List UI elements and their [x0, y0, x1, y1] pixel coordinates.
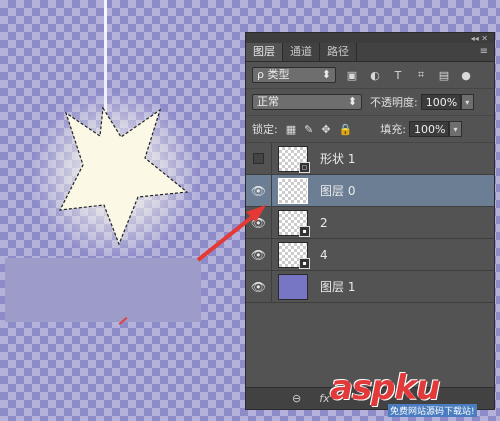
- layer-row-2[interactable]: 👁 ▪ 2: [246, 207, 494, 239]
- eye-icon: 👁: [250, 183, 267, 198]
- layer-row-layer0[interactable]: 👁 图层 0: [246, 175, 494, 207]
- blend-mode-select[interactable]: 正常 ⬍: [252, 94, 362, 110]
- layers-list: ▢ 形状 1 👁 图层 0 👁 ▪ 2 👁 ▪ 4 👁 图层 1: [246, 143, 494, 303]
- tab-paths[interactable]: 路径: [320, 43, 357, 61]
- visibility-toggle[interactable]: 👁: [246, 239, 272, 270]
- image-filter-icon[interactable]: ▣: [345, 68, 359, 82]
- link-icon[interactable]: ⊖: [292, 392, 301, 405]
- lock-image-icon[interactable]: ✎: [304, 123, 313, 136]
- fill-label: 填充:: [380, 123, 406, 136]
- lock-position-icon[interactable]: ✥: [321, 123, 330, 136]
- layer-row-layer1[interactable]: 👁 图层 1: [246, 271, 494, 303]
- panel-tabs: 图层 通道 路径 ≡: [246, 43, 494, 62]
- layer-thumbnail: ▪: [278, 209, 310, 237]
- layers-panel: ◂◂ ✕ 图层 通道 路径 ≡ ρ 类型 ⬍ ▣ ◐ T ⌗ ▤ ● 正常 ⬍ 不透…: [245, 32, 495, 410]
- layer-row-shape1[interactable]: ▢ 形状 1: [246, 143, 494, 175]
- tab-channels[interactable]: 通道: [283, 43, 320, 61]
- filter-type-select[interactable]: ρ 类型 ⬍: [252, 67, 336, 83]
- panel-title-bar[interactable]: ◂◂ ✕: [246, 33, 494, 43]
- visibility-toggle[interactable]: 👁: [246, 271, 272, 302]
- layer-name[interactable]: 图层 1: [320, 278, 355, 295]
- lock-row: 锁定: ▦ ✎ ✥ 🔒 填充: 100% ▾: [246, 116, 494, 143]
- shape-badge-icon: ▢: [299, 161, 310, 173]
- layer-name[interactable]: 图层 0: [320, 182, 355, 199]
- eye-icon: 👁: [250, 215, 267, 230]
- tab-layers[interactable]: 图层: [246, 43, 283, 61]
- fill-dropdown-icon[interactable]: ▾: [448, 121, 462, 137]
- layer-thumbnail: ▪: [278, 241, 310, 269]
- chevron-down-icon: ⬍: [321, 68, 331, 81]
- visibility-toggle[interactable]: 👁: [246, 175, 272, 206]
- chevron-down-icon: ⬍: [347, 95, 357, 108]
- lock-all-icon[interactable]: 🔒: [339, 123, 353, 136]
- filter-toggle-icon[interactable]: ●: [459, 68, 473, 82]
- filter-type-label: ρ 类型: [257, 68, 290, 81]
- filter-row: ρ 类型 ⬍ ▣ ◐ T ⌗ ▤ ●: [246, 62, 494, 89]
- layer-name[interactable]: 2: [320, 216, 328, 230]
- blend-mode-value: 正常: [257, 95, 279, 108]
- star-selection: [58, 106, 189, 246]
- layer-thumbnail: ▢: [278, 145, 310, 173]
- fill-input[interactable]: 100%: [408, 121, 449, 137]
- lock-label: 锁定:: [252, 123, 278, 136]
- blend-row: 正常 ⬍ 不透明度: 100% ▾: [246, 89, 494, 116]
- adjustment-filter-icon[interactable]: ◐: [368, 68, 382, 82]
- smart-object-badge-icon: ▪: [299, 225, 310, 237]
- layer-name[interactable]: 4: [320, 248, 328, 262]
- opacity-input[interactable]: 100%: [420, 94, 461, 110]
- opacity-label: 不透明度:: [370, 96, 418, 109]
- layer-row-4[interactable]: 👁 ▪ 4: [246, 239, 494, 271]
- watermark-brand: aspku: [330, 368, 440, 408]
- panel-menu-icon[interactable]: ≡: [480, 46, 488, 57]
- visibility-toggle[interactable]: 👁: [246, 207, 272, 238]
- eye-icon: 👁: [250, 247, 267, 262]
- layer-thumbnail: [278, 273, 308, 300]
- layer-name[interactable]: 形状 1: [320, 150, 355, 167]
- lock-transparent-icon[interactable]: ▦: [286, 123, 296, 136]
- eye-icon: 👁: [250, 279, 267, 294]
- visibility-toggle[interactable]: [246, 143, 272, 174]
- smart-object-badge-icon: ▪: [299, 257, 310, 269]
- watermark: aspku 免费网站源码下载站!: [330, 368, 500, 421]
- opacity-dropdown-icon[interactable]: ▾: [460, 94, 474, 110]
- purple-rectangle: [5, 258, 201, 322]
- fx-icon[interactable]: fx: [319, 392, 329, 405]
- text-filter-icon[interactable]: T: [391, 68, 405, 82]
- layer-thumbnail: [278, 177, 308, 204]
- shape-filter-icon[interactable]: ⌗: [414, 68, 428, 82]
- watermark-tagline: 免费网站源码下载站!: [388, 404, 477, 417]
- hidden-box-icon: [253, 153, 264, 164]
- smart-object-filter-icon[interactable]: ▤: [437, 68, 451, 82]
